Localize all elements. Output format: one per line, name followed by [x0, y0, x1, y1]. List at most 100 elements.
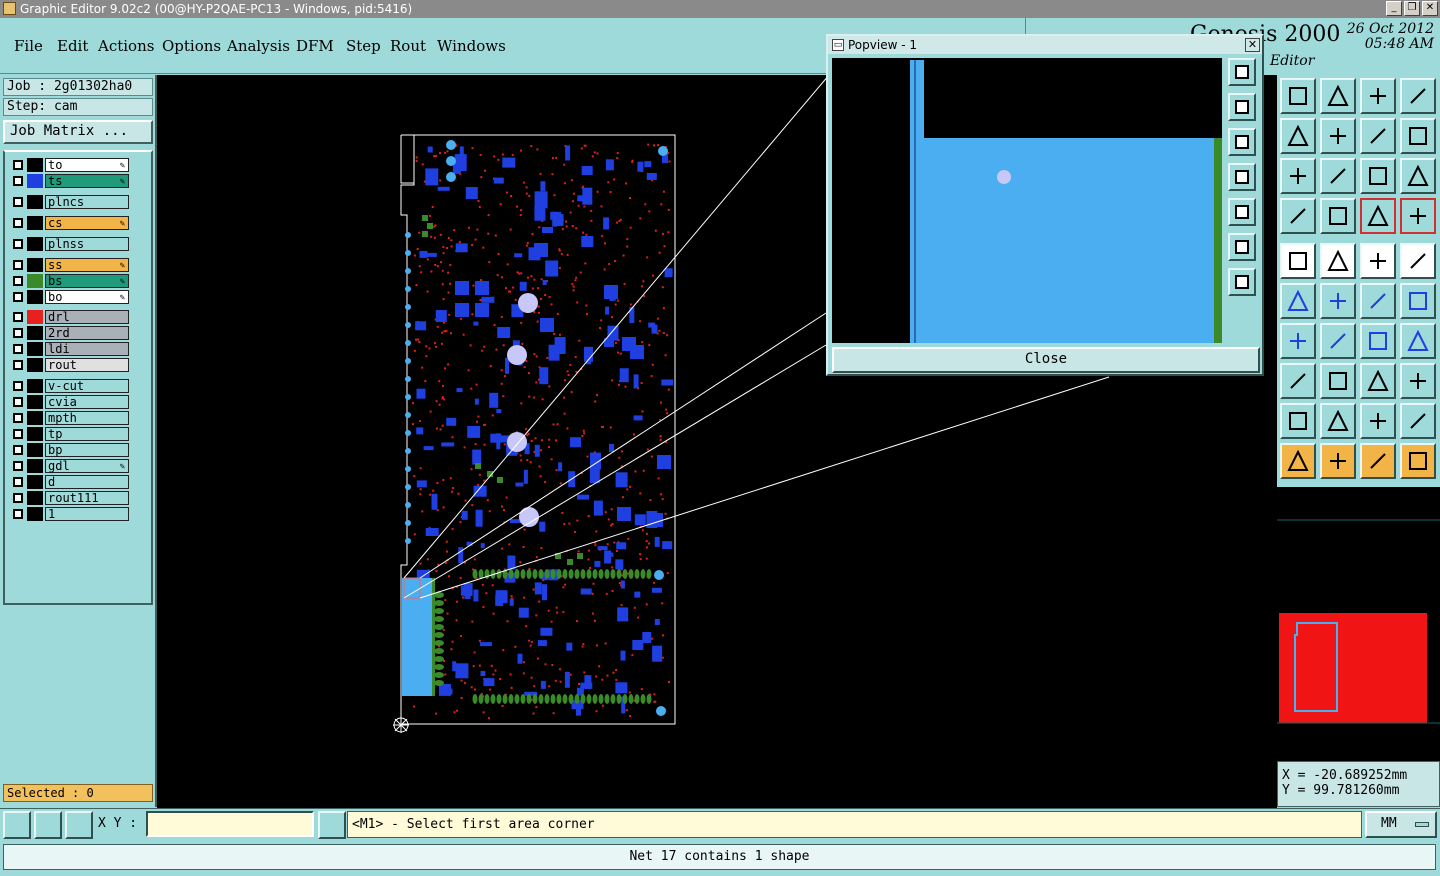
layer-checkbox[interactable] [13, 360, 23, 370]
layer-row-bo[interactable]: bo ✎ [9, 290, 129, 304]
tri4-icon[interactable] [1400, 403, 1436, 439]
minus-icon[interactable] [1320, 363, 1356, 399]
layer-name[interactable]: plnss [45, 237, 129, 251]
layer-row-rout[interactable]: rout [9, 358, 129, 372]
select-area-icon[interactable] [1280, 363, 1316, 399]
net-icon[interactable] [1360, 198, 1396, 234]
layer-color-swatch[interactable] [27, 310, 43, 324]
layer-row-ts[interactable]: ts ✎ [9, 174, 129, 188]
layer-row-2rd[interactable]: 2rd [9, 326, 129, 340]
layer-color-swatch[interactable] [27, 195, 43, 209]
layer-name[interactable]: cvia [45, 395, 129, 409]
layer-checkbox[interactable] [13, 477, 23, 487]
info-icon[interactable] [318, 811, 346, 839]
undo-icon[interactable] [1360, 118, 1396, 154]
layer-checkbox[interactable] [13, 397, 23, 407]
menu-step[interactable]: Step [346, 37, 381, 55]
popview-fit-icon[interactable] [1228, 233, 1256, 261]
scale-icon[interactable] [1360, 158, 1396, 194]
pointer-net-icon[interactable] [1400, 443, 1436, 479]
restore-button[interactable]: ❐ [1404, 1, 1420, 16]
layer-name[interactable]: ldi [45, 342, 129, 356]
zoom-fit-icon[interactable] [1280, 158, 1316, 194]
units-select[interactable]: MM [1365, 811, 1437, 838]
layer-color-swatch[interactable] [27, 174, 43, 188]
layer-checkbox[interactable] [13, 197, 23, 207]
menu-options[interactable]: Options [162, 37, 221, 55]
layer-name[interactable]: drl [45, 310, 129, 324]
angle-icon[interactable] [1280, 323, 1316, 359]
layer-color-swatch[interactable] [27, 358, 43, 372]
popview-zoom-in-icon[interactable] [1228, 58, 1256, 86]
layer-color-swatch[interactable] [27, 427, 43, 441]
layer-row-ldi[interactable]: ldi [9, 342, 129, 356]
layer-color-swatch[interactable] [27, 491, 43, 505]
layer-color-swatch[interactable] [27, 274, 43, 288]
layer-row-drl[interactable]: drl [9, 310, 129, 324]
tri3-icon[interactable] [1360, 403, 1396, 439]
home-icon[interactable] [1360, 78, 1396, 114]
layer-row-bp[interactable]: bp [9, 443, 129, 457]
layer-checkbox[interactable] [13, 260, 23, 270]
layer-name[interactable]: bs ✎ [45, 274, 129, 288]
pointer-outline-icon[interactable] [1360, 443, 1396, 479]
layer-name[interactable]: 1 [45, 507, 129, 521]
layer-name[interactable]: ts ✎ [45, 174, 129, 188]
menu-windows[interactable]: Windows [437, 37, 506, 55]
layer-color-swatch[interactable] [27, 290, 43, 304]
layer-row-plncs[interactable]: plncs [9, 195, 129, 209]
connect-red-icon[interactable] [1400, 283, 1436, 319]
layer-name[interactable]: rout [45, 358, 129, 372]
job-matrix-button[interactable]: Job Matrix ... [3, 120, 153, 144]
grid-mode-icon[interactable] [65, 811, 93, 839]
line-icon[interactable] [1320, 243, 1356, 279]
layer-checkbox[interactable] [13, 344, 23, 354]
net-select-icon[interactable] [1400, 198, 1436, 234]
menu-rout[interactable]: Rout [390, 37, 426, 55]
slash-icon[interactable] [1320, 323, 1356, 359]
layer-color-swatch[interactable] [27, 258, 43, 272]
menu-actions[interactable]: Actions [98, 37, 154, 55]
layer-color-swatch[interactable] [27, 342, 43, 356]
redo-icon[interactable] [1400, 118, 1436, 154]
menu-dfm[interactable]: DFM [296, 37, 334, 55]
edit-icon[interactable] [1400, 323, 1436, 359]
layer-color-swatch[interactable] [27, 395, 43, 409]
close-window-button[interactable]: ✕ [1422, 1, 1438, 16]
layer-row-gdl[interactable]: gdl ✎ [9, 459, 129, 473]
snap-mode-icon[interactable] [3, 811, 31, 839]
cross-icon[interactable] [1320, 283, 1356, 319]
layer-row-to[interactable]: to ✎ [9, 158, 129, 172]
layer-row-tp[interactable]: tp [9, 427, 129, 441]
layer-color-swatch[interactable] [27, 326, 43, 340]
zoom-center-icon[interactable] [1320, 158, 1356, 194]
layer-checkbox[interactable] [13, 461, 23, 471]
connect-icon[interactable] [1360, 283, 1396, 319]
layer-row-cvia[interactable]: cvia [9, 395, 129, 409]
popview-pan-left-icon[interactable] [1228, 163, 1256, 191]
ruler-icon[interactable] [1360, 243, 1396, 279]
popview-zoom-out-icon[interactable] [1228, 93, 1256, 121]
layer-row-1[interactable]: 1 [9, 507, 129, 521]
xy-input[interactable] [146, 811, 314, 837]
tri1-icon[interactable] [1280, 403, 1316, 439]
pointer-icon[interactable] [1280, 443, 1316, 479]
layer-checkbox[interactable] [13, 413, 23, 423]
layer-name[interactable]: d [45, 475, 129, 489]
layer-name[interactable]: ss ✎ [45, 258, 129, 272]
layer-color-swatch[interactable] [27, 216, 43, 230]
layer-color-swatch[interactable] [27, 379, 43, 393]
layer-checkbox[interactable] [13, 445, 23, 455]
layer-color-swatch[interactable] [27, 443, 43, 457]
layer-color-swatch[interactable] [27, 411, 43, 425]
layer-name[interactable]: bp [45, 443, 129, 457]
layer-row-mpth[interactable]: mpth [9, 411, 129, 425]
layer-name[interactable]: gdl ✎ [45, 459, 129, 473]
settings-icon[interactable] [1280, 198, 1316, 234]
minimize-button[interactable]: _ [1386, 1, 1402, 16]
popview-zoom-view[interactable] [832, 58, 1222, 343]
layer-name[interactable]: v-cut [45, 379, 129, 393]
layer-checkbox[interactable] [13, 312, 23, 322]
layer-name[interactable]: bo ✎ [45, 290, 129, 304]
right-icon[interactable] [1320, 118, 1356, 154]
